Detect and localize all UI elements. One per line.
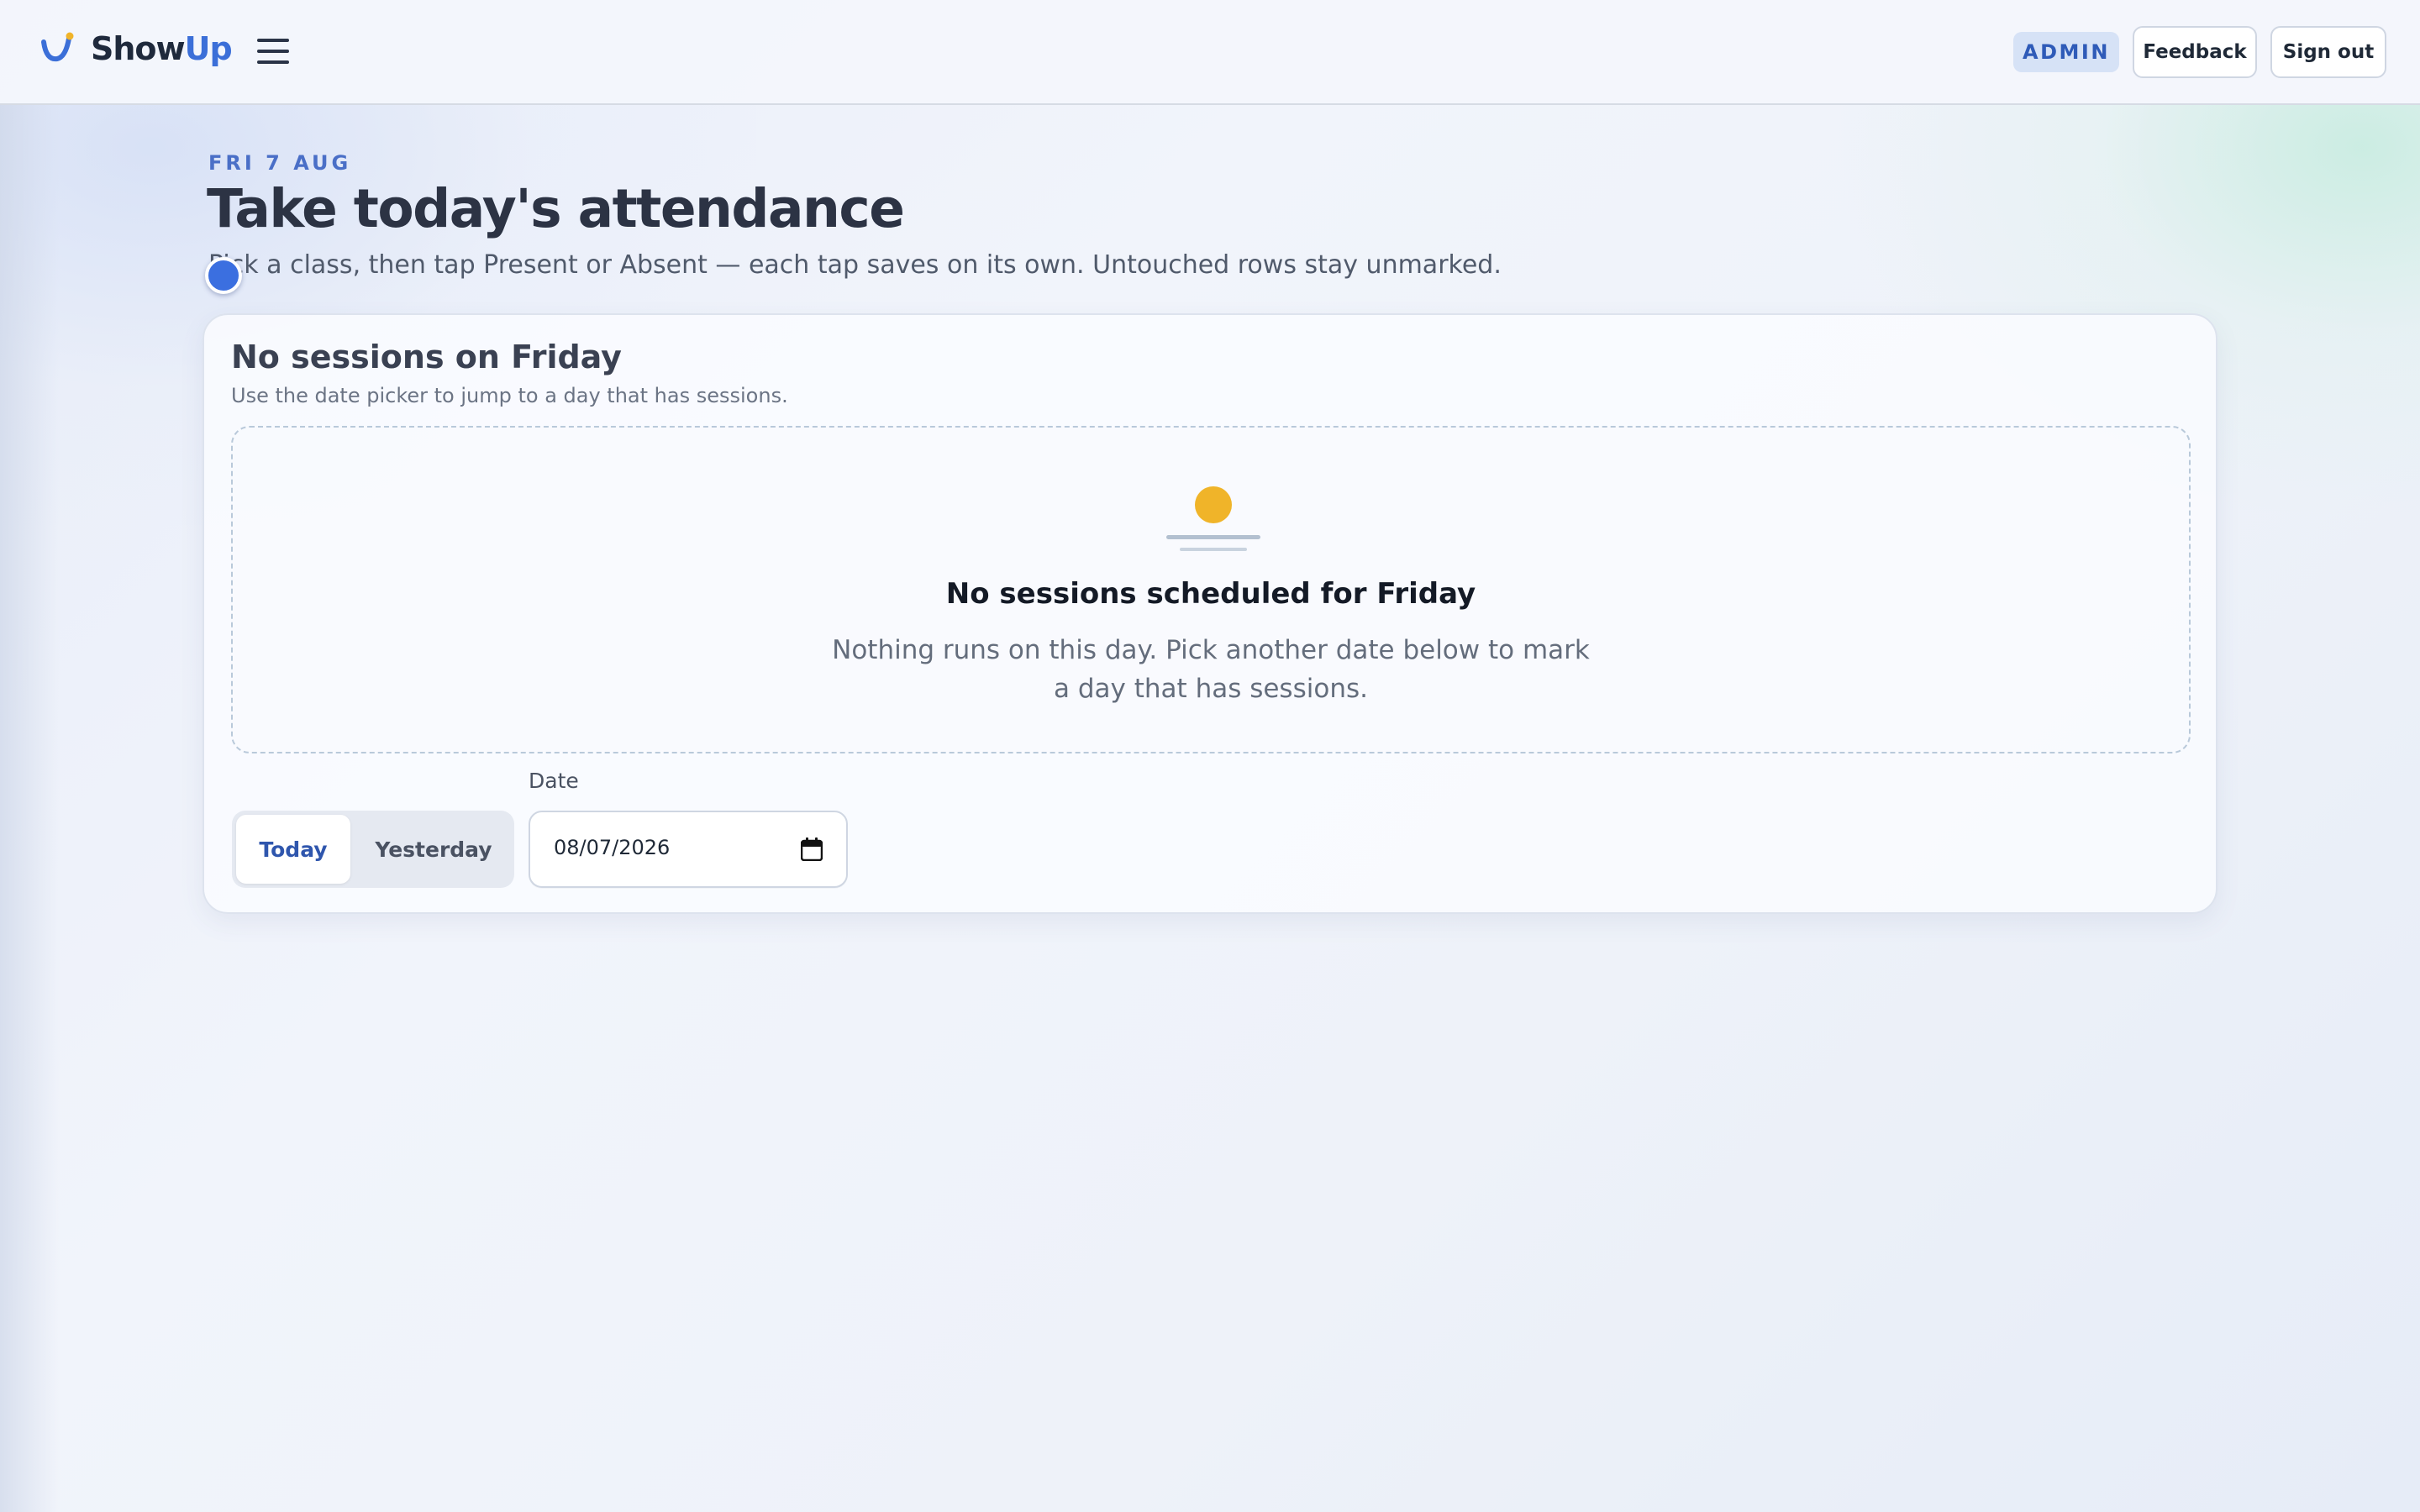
showup-check-logo-icon <box>41 32 74 62</box>
brand[interactable]: ShowUp <box>39 25 233 72</box>
yesterday-button[interactable]: Yesterday <box>358 815 509 884</box>
page-subtitle: Pick a class, then tap Present or Absent… <box>208 250 1502 280</box>
empty-state: No sessions scheduled for Friday Nothing… <box>231 426 2191 753</box>
card-title: No sessions on Friday <box>231 339 622 375</box>
date-input[interactable]: 08/07/2026 <box>529 811 848 888</box>
calendar-icon[interactable] <box>801 837 823 861</box>
date-label: Date <box>529 769 579 793</box>
sunrise-icon <box>1166 486 1260 551</box>
role-badge: ADMIN <box>2013 32 2119 72</box>
brand-name: ShowUp <box>91 30 233 67</box>
hamburger-menu-icon[interactable] <box>257 39 289 64</box>
date-input-value: 08/07/2026 <box>554 836 671 859</box>
sign-out-button[interactable]: Sign out <box>2270 26 2386 78</box>
date-eyebrow: FRI 7 AUG <box>208 151 352 175</box>
cursor-indicator <box>205 257 242 294</box>
attendance-card: No sessions on Friday Use the date picke… <box>203 313 2217 914</box>
feedback-button[interactable]: Feedback <box>2133 26 2257 78</box>
background-left-shade <box>0 105 59 1512</box>
empty-state-text: Nothing runs on this day. Pick another d… <box>832 635 1590 704</box>
day-toggle: Today Yesterday <box>232 811 514 888</box>
card-subtitle: Use the date picker to jump to a day tha… <box>231 384 788 407</box>
top-bar: ShowUp ADMIN Feedback Sign out <box>0 0 2420 105</box>
empty-state-title: No sessions scheduled for Friday <box>945 577 1476 611</box>
page-title: Take today's attendance <box>207 178 905 239</box>
today-button[interactable]: Today <box>236 815 350 884</box>
